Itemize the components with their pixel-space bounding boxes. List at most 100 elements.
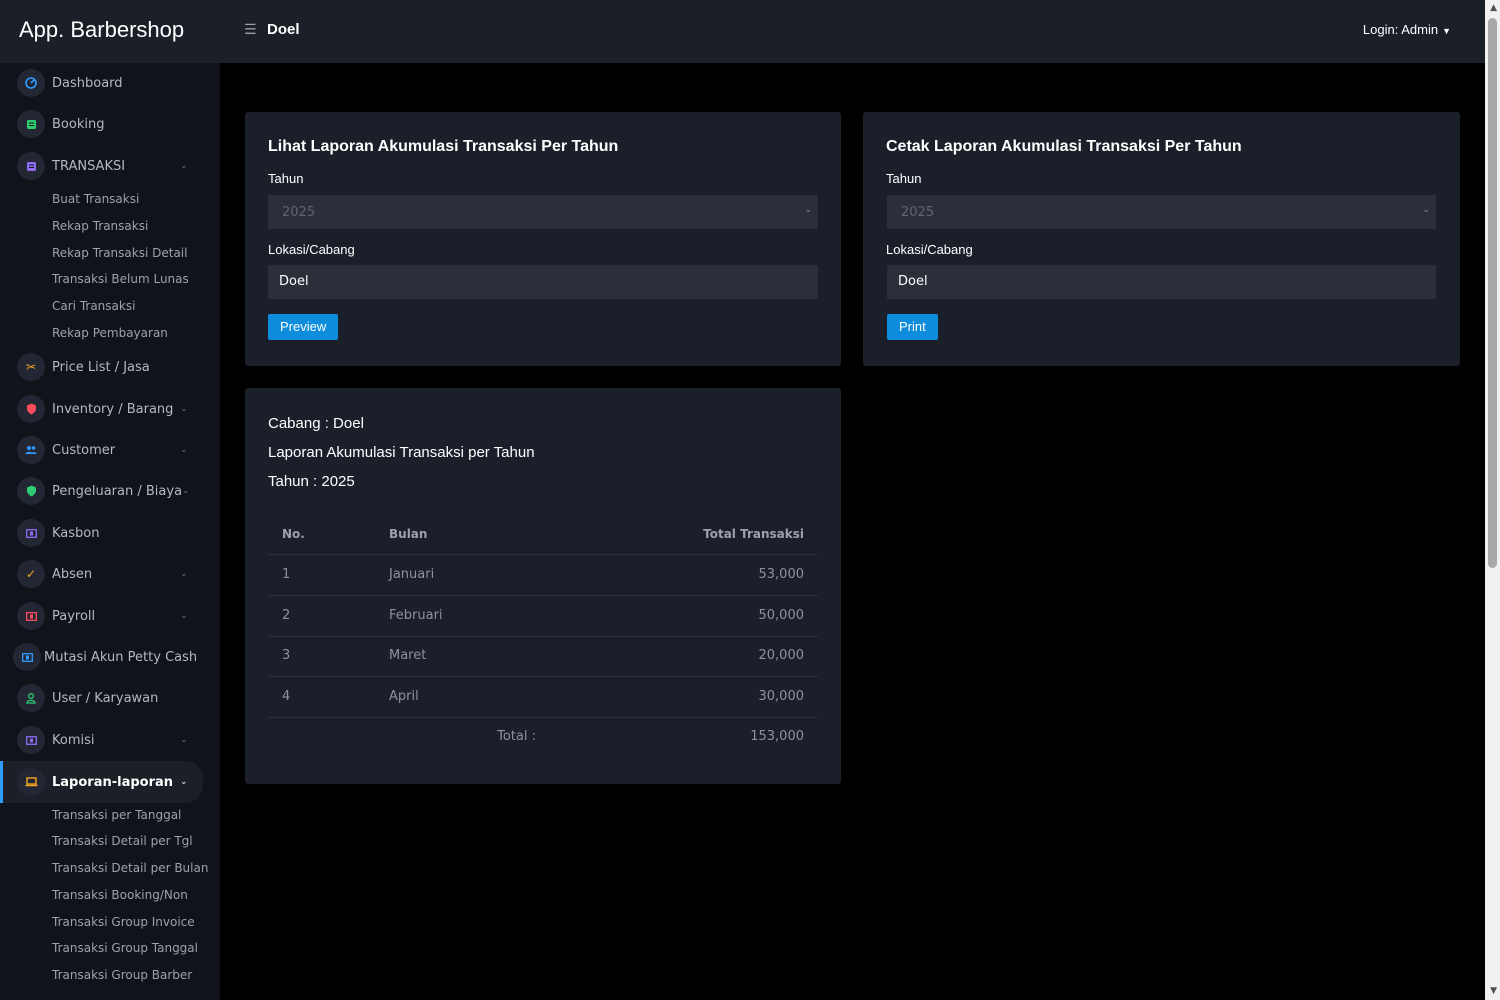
scissors-icon: ✂ [17,353,45,381]
chevron-down-icon: ⌄ [180,569,188,579]
sidebar-item-label: Dashboard [52,75,123,91]
cell-month: Februari [389,608,443,623]
row-divider [268,717,818,718]
user-icon [17,684,45,712]
inventory-icon [17,395,45,423]
header-no: No. [282,527,305,541]
page-scrollbar[interactable]: ▲ ▼ [1485,0,1500,1000]
submenu-transaksi-booking-non[interactable]: Transaksi Booking/Non [52,888,188,902]
transaction-icon [17,152,45,180]
login-dropdown[interactable]: Login: Admin ▼ [1363,22,1451,37]
sidebar-item-price-list[interactable]: ✂ Price List / Jasa [0,350,220,384]
customer-icon [17,436,45,464]
submenu-rekap-transaksi-detail[interactable]: Rekap Transaksi Detail [52,246,187,260]
print-year-value: 2025 [901,205,935,220]
view-year-value: 2025 [282,205,316,220]
scrollbar-thumb[interactable] [1488,18,1497,568]
submenu-transaksi-detail-per-tgl[interactable]: Transaksi Detail per Tgl [52,834,193,848]
print-card-title: Cetak Laporan Akumulasi Transaksi Per Ta… [886,138,1242,155]
sidebar-item-label: Payroll [52,608,96,624]
scroll-down-icon[interactable]: ▼ [1490,986,1497,996]
menu-toggle-icon[interactable]: ☰ [244,22,257,38]
preview-button[interactable]: Preview [268,314,339,340]
kasbon-icon [17,519,45,547]
report-branch: Cabang : Doel [268,415,364,432]
submenu-rekap-transaksi[interactable]: Rekap Transaksi [52,219,148,233]
chevron-down-icon: ⌄ [180,445,188,455]
dashboard-icon [17,69,45,97]
sidebar-item-payroll[interactable]: Payroll ⌄ [0,599,220,633]
sidebar-item-laporan[interactable]: Laporan-laporan ⌄ [0,761,203,803]
sidebar-item-transaksi[interactable]: TRANSAKSI ⌄ [0,149,220,183]
print-location-label: Lokasi/Cabang [886,242,973,257]
row-divider [268,554,818,555]
cell-no: 3 [282,648,291,663]
view-location-label: Lokasi/Cabang [268,242,355,257]
sidebar-item-dashboard[interactable]: Dashboard [0,66,220,100]
chevron-down-icon: ⌄ [182,486,190,496]
cell-total: 50,000 [758,608,805,623]
sidebar-item-kasbon[interactable]: Kasbon [0,516,220,550]
submenu-transaksi-group-invoice[interactable]: Transaksi Group Invoice [52,915,195,929]
chevron-down-icon: ⌄ [180,404,188,414]
submenu-rekap-pembayaran[interactable]: Rekap Pembayaran [52,326,168,340]
payroll-icon [17,602,45,630]
print-location-input[interactable]: Doel [887,265,1436,299]
report-title: Laporan Akumulasi Transaksi per Tahun [268,444,535,461]
sidebar-item-komisi[interactable]: Komisi ⌄ [0,723,220,757]
caret-down-icon: ▼ [1442,26,1451,36]
app-brand[interactable]: App. Barbershop [19,17,184,43]
chevron-down-icon: ⌄ [180,735,188,745]
submenu-cari-transaksi[interactable]: Cari Transaksi [52,299,135,313]
sidebar-item-label: Absen [52,566,93,582]
sidebar-item-absen[interactable]: ✓ Absen ⌄ [0,557,220,591]
row-divider [268,636,818,637]
sidebar-item-inventory[interactable]: Inventory / Barang ⌄ [0,392,220,426]
header-total: Total Transaksi [703,527,804,541]
view-card-title: Lihat Laporan Akumulasi Transaksi Per Ta… [268,138,619,155]
petty-cash-icon [13,643,41,671]
print-button[interactable]: Print [887,314,938,340]
check-icon: ✓ [17,560,45,588]
sidebar-item-user[interactable]: User / Karyawan [0,681,220,715]
login-label: Login: Admin [1362,22,1439,37]
sidebar-item-pengeluaran[interactable]: Pengeluaran / Biaya ⌄ [0,474,220,508]
print-year-label: Tahun [886,171,922,186]
view-year-label: Tahun [268,171,304,186]
submenu-transaksi-group-barber[interactable]: Transaksi Group Barber [52,968,192,982]
cell-total: 53,000 [758,567,805,582]
submenu-transaksi-per-tanggal[interactable]: Transaksi per Tanggal [52,808,181,822]
cell-month: Januari [389,567,435,582]
sidebar-item-label: Kasbon [52,525,100,541]
cell-month: April [389,689,419,704]
sidebar-item-label: User / Karyawan [52,690,159,706]
submenu-transaksi-detail-per-bulan[interactable]: Transaksi Detail per Bulan [52,861,208,875]
cell-no: 4 [282,689,291,704]
booking-icon [17,110,45,138]
submenu-transaksi-group-tanggal[interactable]: Transaksi Group Tanggal [52,941,198,955]
komisi-icon [17,726,45,754]
sidebar-item-label: Pengeluaran / Biaya [52,483,183,499]
scroll-up-icon[interactable]: ▲ [1490,3,1497,13]
chevron-down-icon: ⌄ [804,205,812,215]
total-label: Total : [497,729,536,744]
sidebar-item-label: Laporan-laporan [52,774,174,790]
submenu-transaksi-belum-lunas[interactable]: Transaksi Belum Lunas [52,272,189,286]
sidebar: Dashboard Booking TRANSAKSI ⌄ Buat Trans… [0,63,220,1000]
laptop-icon [17,768,45,796]
submenu-buat-transaksi[interactable]: Buat Transaksi [52,192,139,206]
cell-total: 20,000 [758,648,805,663]
shield-icon [17,477,45,505]
sidebar-item-customer[interactable]: Customer ⌄ [0,433,220,467]
sidebar-item-booking[interactable]: Booking [0,107,220,141]
print-year-select[interactable]: 2025 ⌄ [887,195,1436,229]
cell-total: 30,000 [758,689,805,704]
view-year-select[interactable]: 2025 ⌄ [268,195,818,229]
view-location-input[interactable]: Doel [268,265,818,299]
chevron-down-icon: ⌄ [1422,205,1430,215]
sidebar-item-mutasi-petty-cash[interactable]: Mutasi Akun Petty Cash [0,640,220,674]
cell-no: 1 [282,567,291,582]
sidebar-item-label: Komisi [52,732,95,748]
sidebar-item-label: Price List / Jasa [52,359,150,375]
sidebar-item-label: Customer [52,442,116,458]
